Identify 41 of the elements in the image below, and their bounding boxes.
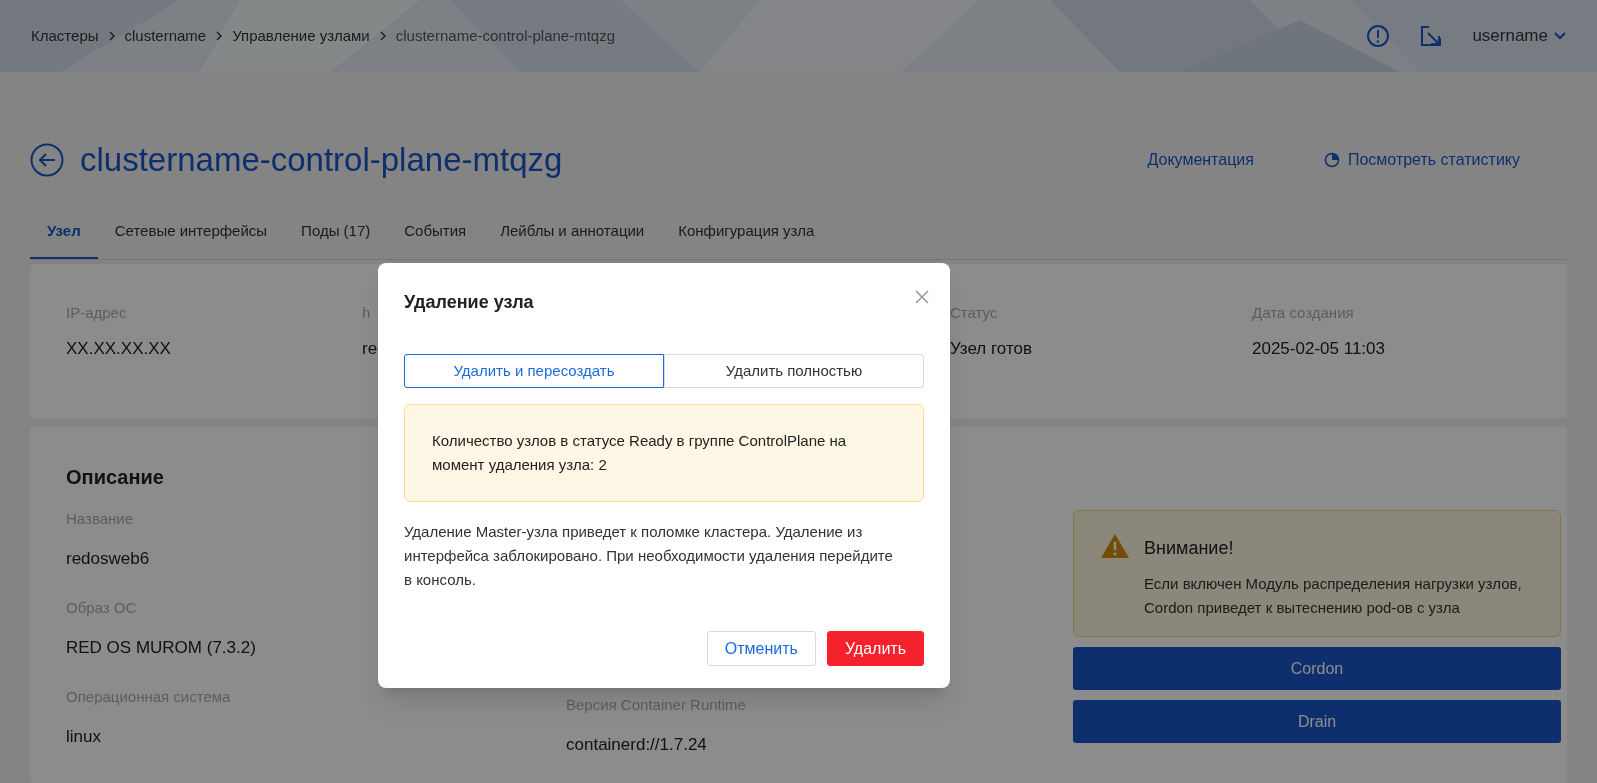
warning-text: Если включен Модуль распределения нагрузки узлов, Cordon приведет к вытеснению pod-ов с узла xyxy=(1144,574,1523,618)
expand-icon[interactable] xyxy=(1420,25,1443,47)
field-value: RED OS MUROM (7.3.2) xyxy=(66,636,256,659)
page-link[interactable]: Посмотреть статистику xyxy=(1323,148,1520,172)
breadcrumb-item[interactable]: clustername xyxy=(124,24,207,48)
tab[interactable]: Лейблы и аннотации xyxy=(483,220,662,259)
field-value: linux xyxy=(66,725,101,748)
close-button[interactable] xyxy=(914,289,930,305)
tab[interactable]: События xyxy=(387,220,484,259)
dialog-button[interactable]: Удалить xyxy=(826,631,924,666)
action-button[interactable]: Cordon xyxy=(1073,647,1561,690)
field-value: XX.XX.XX.XX xyxy=(66,338,171,360)
back-icon[interactable] xyxy=(30,143,64,177)
mode-tab[interactable]: Удалить и пересоздать xyxy=(404,354,664,388)
tab[interactable]: Узел xyxy=(30,220,98,259)
breadcrumb-item: clustername-control-plane-mtqzg xyxy=(395,25,616,46)
tab[interactable]: Сетевые интерфейсы xyxy=(97,220,285,259)
field-value: 2025-02-05 11:03 xyxy=(1252,338,1385,360)
pie-chart-icon xyxy=(1323,152,1340,168)
field-value: re xyxy=(362,338,378,360)
breadcrumb-item[interactable]: Кластеры xyxy=(31,24,99,48)
tab[interactable]: Поды (17) xyxy=(284,220,388,259)
tab[interactable]: Конфигурация узла xyxy=(661,220,832,259)
dialog-button[interactable]: Отменить xyxy=(706,631,816,666)
alert-icon[interactable] xyxy=(1366,24,1391,48)
caret-icon xyxy=(1554,32,1566,40)
mode-tab[interactable]: Удалить полностью xyxy=(664,354,924,388)
warning-title: Внимание! xyxy=(1144,537,1235,560)
dialog-title: Удаление узла xyxy=(404,291,534,314)
section-title: Описание xyxy=(66,465,164,490)
user-menu[interactable]: username xyxy=(1472,23,1566,49)
dialog-message: Удаление Master-узла приведет к поломке кластера. Удаление из интерфейса заблокировано. При необходимости удаления перейдите в консоль. xyxy=(404,522,894,590)
field-value: Узел готов xyxy=(950,338,1032,360)
field-value: containerd://1.7.24 xyxy=(566,733,707,756)
field-value: redosweb6 xyxy=(66,547,150,570)
action-button[interactable]: Drain xyxy=(1073,700,1561,743)
page-link[interactable]: Документация xyxy=(1147,148,1254,172)
close-icon xyxy=(914,289,930,305)
page-title: clustername-control-plane-mtqzg xyxy=(80,140,563,180)
warning-icon xyxy=(1100,533,1130,559)
notice-box: Количество узлов в статусе Ready в группе ControlPlane на момент удаления узла: 2 xyxy=(404,404,924,502)
